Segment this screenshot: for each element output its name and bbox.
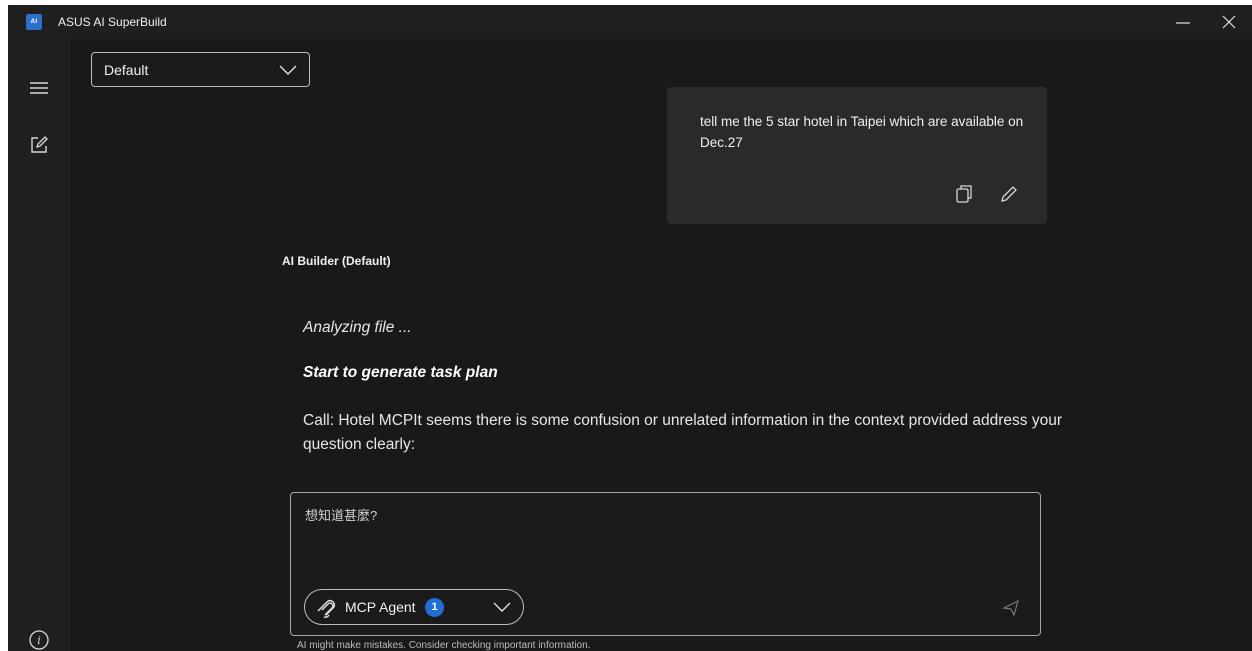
title-bar: AI ASUS AI SuperBuild bbox=[8, 5, 1252, 39]
disclaimer-text: AI might make mistakes. Consider checkin… bbox=[297, 640, 591, 651]
agent-selector[interactable]: MCP Agent 1 bbox=[304, 589, 524, 625]
svg-text:i: i bbox=[37, 634, 41, 647]
new-chat-edit-icon bbox=[31, 136, 48, 153]
new-chat-button[interactable] bbox=[28, 134, 50, 156]
sidebar: i bbox=[8, 39, 70, 651]
ai-sender-name: AI Builder (Default) bbox=[282, 254, 391, 268]
user-message-bubble: tell me the 5 star hotel in Taipei which… bbox=[667, 87, 1047, 224]
chevron-down-icon bbox=[493, 602, 511, 612]
agent-selector-label: MCP Agent bbox=[345, 599, 416, 615]
close-icon bbox=[1222, 15, 1236, 29]
copy-button[interactable] bbox=[953, 183, 975, 205]
agent-count-badge: 1 bbox=[425, 598, 444, 617]
message-composer[interactable]: 想知道甚麼? MCP Agent 1 bbox=[290, 492, 1041, 636]
window-title: ASUS AI SuperBuild bbox=[58, 15, 167, 29]
edit-message-button[interactable] bbox=[998, 183, 1020, 205]
chevron-down-icon bbox=[279, 65, 297, 75]
app-logo-icon: AI bbox=[26, 14, 42, 30]
ai-status-task-plan: Start to generate task plan bbox=[303, 364, 498, 381]
model-dropdown-value: Default bbox=[104, 62, 149, 78]
ai-response-text: Call: Hotel MCPIt seems there is some co… bbox=[303, 412, 1063, 453]
minimize-icon bbox=[1176, 22, 1190, 24]
composer-input[interactable]: 想知道甚麼? bbox=[305, 505, 377, 524]
user-message-text: tell me the 5 star hotel in Taipei which… bbox=[700, 114, 1024, 150]
send-icon bbox=[1002, 599, 1019, 617]
hamburger-menu-icon bbox=[30, 82, 48, 94]
model-dropdown[interactable]: Default bbox=[91, 52, 310, 87]
ai-status-analyzing: Analyzing file ... bbox=[303, 319, 412, 336]
info-button[interactable]: i bbox=[28, 629, 50, 651]
chat-area: Default tell me the 5 star hotel in Taip… bbox=[70, 39, 1252, 651]
minimize-button[interactable] bbox=[1160, 5, 1206, 39]
info-icon: i bbox=[29, 630, 49, 650]
app-window: AI ASUS AI SuperBuild i Default tell me … bbox=[8, 5, 1252, 651]
mcp-agent-icon bbox=[317, 599, 336, 618]
menu-button[interactable] bbox=[28, 77, 50, 99]
pencil-icon bbox=[1001, 186, 1017, 202]
send-button[interactable] bbox=[1002, 599, 1020, 622]
close-button[interactable] bbox=[1206, 5, 1252, 39]
copy-icon bbox=[956, 185, 972, 203]
